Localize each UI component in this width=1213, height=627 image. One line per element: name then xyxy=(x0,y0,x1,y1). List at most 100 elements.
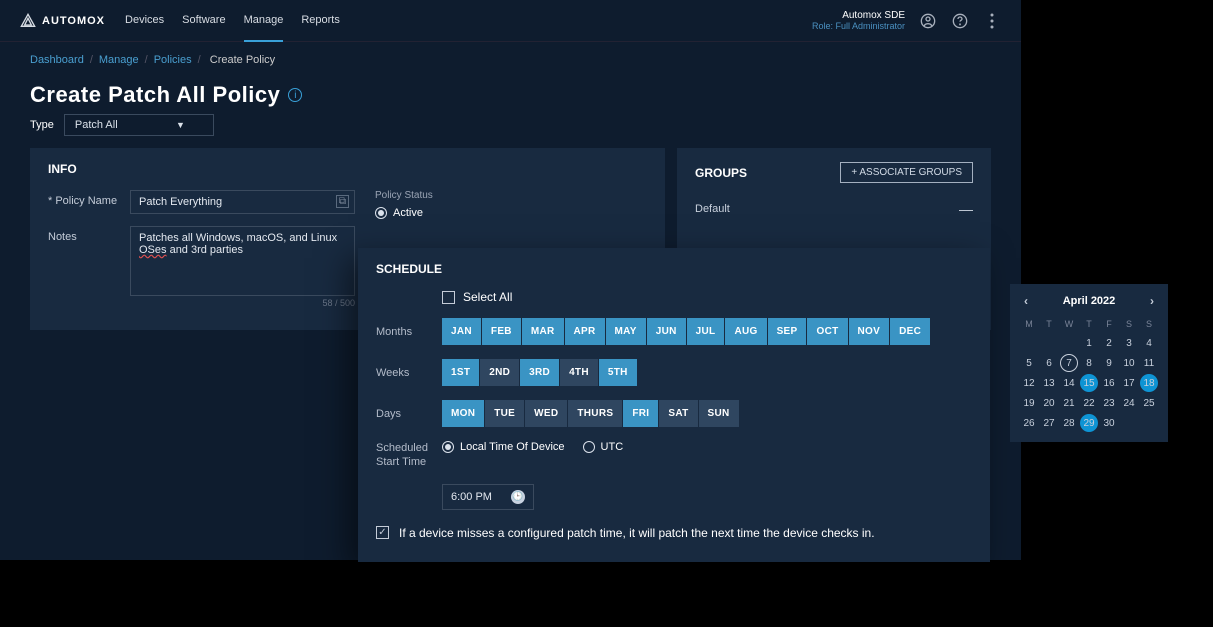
day-chip[interactable]: SUN xyxy=(699,400,739,427)
cal-day[interactable]: 18 xyxy=(1140,374,1158,392)
nav-tab-software[interactable]: Software xyxy=(182,0,225,42)
status-active-radio[interactable]: Active xyxy=(375,207,433,219)
cal-day[interactable]: 30 xyxy=(1100,414,1118,432)
cal-day[interactable]: 13 xyxy=(1040,374,1058,392)
month-chip[interactable]: JAN xyxy=(442,318,482,345)
start-time-input[interactable]: 6:00 PM 🕒 xyxy=(442,484,534,510)
input-edit-icon[interactable]: ⧉ xyxy=(336,195,349,208)
cal-day[interactable]: 27 xyxy=(1040,414,1058,432)
page-title: Create Patch All Policy xyxy=(30,82,280,108)
week-chip[interactable]: 5TH xyxy=(599,359,637,386)
cal-day[interactable]: 21 xyxy=(1060,394,1078,412)
month-chip[interactable]: APR xyxy=(565,318,606,345)
months-label: Months xyxy=(376,326,442,338)
calendar-popup: ‹ April 2022 › MTWTFSS123456789101112131… xyxy=(1010,284,1168,442)
cal-day[interactable]: 15 xyxy=(1080,374,1098,392)
month-chip[interactable]: SEP xyxy=(768,318,808,345)
cal-day[interactable]: 5 xyxy=(1020,354,1038,372)
nav-tab-devices[interactable]: Devices xyxy=(125,0,164,42)
month-chip[interactable]: DEC xyxy=(890,318,930,345)
day-chip[interactable]: FRI xyxy=(623,400,659,427)
month-chip[interactable]: NOV xyxy=(849,318,891,345)
cal-day[interactable]: 4 xyxy=(1140,334,1158,352)
user-icon[interactable] xyxy=(919,12,937,30)
cal-day[interactable]: 9 xyxy=(1100,354,1118,372)
cal-day[interactable]: 8 xyxy=(1080,354,1098,372)
month-chip[interactable]: OCT xyxy=(807,318,848,345)
checkbox-checked-icon[interactable] xyxy=(376,526,389,539)
prev-month-button[interactable]: ‹ xyxy=(1020,294,1032,308)
radio-on-icon xyxy=(375,207,387,219)
day-chip[interactable]: SAT xyxy=(659,400,698,427)
month-chip[interactable]: FEB xyxy=(482,318,522,345)
month-chip[interactable]: MAY xyxy=(606,318,647,345)
week-chip[interactable]: 2ND xyxy=(480,359,520,386)
type-select[interactable]: Patch All ▼ xyxy=(64,114,214,136)
tz-local-radio[interactable]: Local Time Of Device xyxy=(442,441,565,453)
cal-day[interactable]: 16 xyxy=(1100,374,1118,392)
cal-day[interactable]: 1 xyxy=(1080,334,1098,352)
cal-day[interactable]: 23 xyxy=(1100,394,1118,412)
breadcrumb: Dashboard/Manage/Policies/ Create Policy xyxy=(0,42,1021,78)
cal-day[interactable]: 25 xyxy=(1140,394,1158,412)
cal-dow: F xyxy=(1100,316,1118,332)
groups-heading: GROUPS xyxy=(695,166,747,180)
week-chip[interactable]: 3RD xyxy=(520,359,560,386)
nav-tab-reports[interactable]: Reports xyxy=(301,0,340,42)
radio-off-icon xyxy=(583,441,595,453)
account-org: Automox SDE xyxy=(812,10,905,21)
day-chip[interactable]: THURS xyxy=(568,400,623,427)
cal-day[interactable]: 22 xyxy=(1080,394,1098,412)
account-role: Role: Full Administrator xyxy=(812,21,905,31)
tz-utc-radio[interactable]: UTC xyxy=(583,441,624,453)
cal-day[interactable]: 20 xyxy=(1040,394,1058,412)
radio-on-icon xyxy=(442,441,454,453)
cal-day[interactable]: 28 xyxy=(1060,414,1078,432)
day-chip[interactable]: WED xyxy=(525,400,568,427)
cal-day[interactable]: 19 xyxy=(1020,394,1038,412)
brand-logo: AUTOMOX xyxy=(20,13,105,29)
more-icon[interactable] xyxy=(983,12,1001,30)
remove-group-icon[interactable]: — xyxy=(959,201,973,217)
status-active-label: Active xyxy=(393,207,423,219)
cal-day[interactable]: 7 xyxy=(1060,354,1078,372)
month-chip[interactable]: AUG xyxy=(725,318,767,345)
day-chip[interactable]: MON xyxy=(442,400,485,427)
info-icon[interactable]: i xyxy=(288,88,302,102)
breadcrumb-link[interactable]: Manage xyxy=(99,54,139,66)
cal-day[interactable]: 3 xyxy=(1120,334,1138,352)
next-month-button[interactable]: › xyxy=(1146,294,1158,308)
logo-icon xyxy=(20,13,36,29)
cal-day[interactable]: 17 xyxy=(1120,374,1138,392)
time-value: 6:00 PM xyxy=(451,491,492,503)
week-chip[interactable]: 4TH xyxy=(560,359,599,386)
status-label: Policy Status xyxy=(375,190,433,201)
policy-name-input[interactable] xyxy=(130,190,355,214)
breadcrumb-link[interactable]: Dashboard xyxy=(30,54,84,66)
cal-dow: T xyxy=(1080,316,1098,332)
cal-day[interactable]: 26 xyxy=(1020,414,1038,432)
cal-day[interactable]: 24 xyxy=(1120,394,1138,412)
week-chip[interactable]: 1ST xyxy=(442,359,480,386)
group-name: Default xyxy=(695,203,730,215)
breadcrumb-link[interactable]: Policies xyxy=(154,54,192,66)
month-chip[interactable]: JUL xyxy=(687,318,726,345)
cal-day[interactable]: 14 xyxy=(1060,374,1078,392)
nav-tab-manage[interactable]: Manage xyxy=(244,0,284,42)
schedule-card: SCHEDULE Select All Months JANFEBMARAPRM… xyxy=(358,248,990,562)
cal-day[interactable]: 10 xyxy=(1120,354,1138,372)
cal-day[interactable]: 12 xyxy=(1020,374,1038,392)
cal-day[interactable]: 29 xyxy=(1080,414,1098,432)
associate-groups-button[interactable]: + ASSOCIATE GROUPS xyxy=(840,162,973,183)
select-all-row[interactable]: Select All xyxy=(442,290,972,304)
month-chip[interactable]: JUN xyxy=(647,318,687,345)
checkbox-empty-icon xyxy=(442,291,455,304)
help-icon[interactable] xyxy=(951,12,969,30)
cal-day[interactable]: 6 xyxy=(1040,354,1058,372)
brand-text: AUTOMOX xyxy=(42,15,105,27)
day-chip[interactable]: TUE xyxy=(485,400,525,427)
month-chip[interactable]: MAR xyxy=(522,318,565,345)
cal-day[interactable]: 11 xyxy=(1140,354,1158,372)
notes-input[interactable]: Patches all Windows, macOS, and Linux OS… xyxy=(130,226,355,296)
cal-day[interactable]: 2 xyxy=(1100,334,1118,352)
